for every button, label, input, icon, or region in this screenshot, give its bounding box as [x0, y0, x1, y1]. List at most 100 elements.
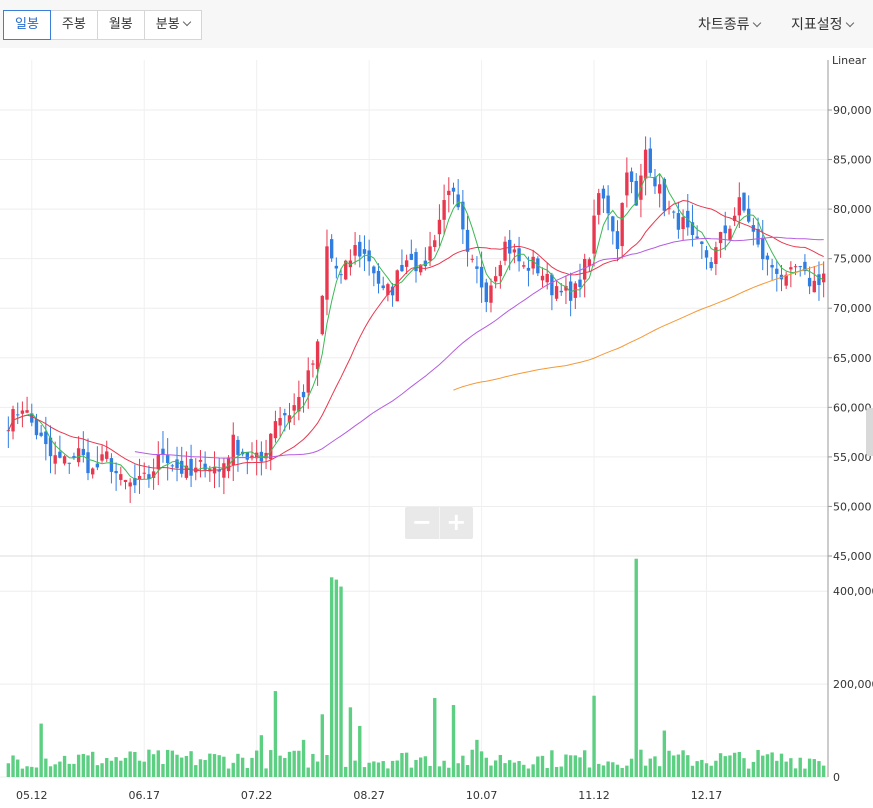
date-tick-label: 05.12 [16, 789, 48, 802]
candle [676, 213, 681, 230]
volume-bar [147, 749, 151, 777]
chevron-down-icon [845, 18, 854, 28]
volume-bar [376, 762, 381, 777]
volume-bar [269, 750, 273, 777]
volume-bar [20, 768, 25, 777]
volume-bar [278, 755, 282, 777]
indicator-settings-dropdown[interactable]: 지표설정 [791, 14, 854, 34]
volume-bar [564, 754, 568, 777]
volume-bar [559, 766, 563, 777]
candle [142, 472, 146, 474]
volume-bar [231, 762, 235, 777]
zoom-in-button[interactable]: + [438, 507, 474, 539]
date-tick-label: 12.17 [691, 789, 723, 802]
candle [34, 419, 39, 436]
candle [597, 193, 601, 215]
candle [756, 228, 760, 245]
volume-bar [175, 754, 179, 777]
volume-bar [325, 755, 329, 777]
volume-bar [390, 760, 395, 777]
candle [433, 240, 437, 248]
candle [409, 253, 414, 260]
tab-minute[interactable]: 분봉 [143, 10, 202, 40]
price-tick-label: 50,000 [833, 500, 872, 513]
candle [123, 479, 128, 482]
volume-bar [456, 763, 460, 777]
volume-bar [728, 755, 732, 777]
volume-bar [793, 768, 798, 777]
volume-bar [681, 750, 685, 777]
candle [601, 188, 606, 199]
volume-bar [517, 761, 521, 777]
volume-bar [629, 758, 634, 777]
volume-tick-label: 400,000 [833, 585, 873, 598]
candle [362, 249, 367, 254]
candle [25, 410, 29, 413]
volume-bar [76, 754, 81, 777]
volume-bar [437, 766, 442, 777]
volume-bar [414, 760, 418, 777]
candle [95, 463, 100, 468]
volume-bar [287, 751, 292, 777]
volume-bar [742, 758, 746, 777]
volume-bar [746, 768, 751, 777]
volume-bar [358, 725, 362, 777]
tab-monthly[interactable]: 월봉 [96, 10, 145, 40]
volume-bar [240, 757, 245, 777]
volume-bar [648, 758, 652, 777]
candle [447, 190, 451, 196]
volume-bar [128, 751, 132, 777]
date-tick-label: 06.17 [128, 789, 160, 802]
chart-type-dropdown[interactable]: 차트종류 [698, 14, 761, 34]
candle [761, 237, 765, 260]
volume-bar [362, 767, 367, 777]
stock-chart[interactable]: Linear 90,000 85,000 80,000 75,000 70,000 65,0… [0, 48, 873, 808]
volume-bar [601, 765, 606, 777]
volume-bar [597, 763, 601, 777]
tab-weekly[interactable]: 주봉 [49, 10, 98, 40]
candle [503, 241, 507, 261]
volume-bar [189, 751, 193, 777]
price-tick-label: 85,000 [833, 154, 872, 167]
candle [737, 197, 742, 216]
date-tick-label: 11.12 [578, 789, 610, 802]
candle [489, 285, 493, 303]
volume-tick-label: 200,000 [833, 678, 873, 691]
candle [358, 241, 362, 257]
volume-bar [821, 765, 826, 777]
candle [161, 448, 165, 455]
candle [376, 270, 381, 284]
volume-bar [86, 755, 90, 777]
volume-bar [526, 768, 531, 777]
volume-bar [536, 756, 540, 777]
price-tick-label: 70,000 [833, 302, 872, 315]
candle [128, 482, 132, 487]
volume-bar [273, 691, 278, 777]
candle [58, 451, 62, 458]
candle [625, 172, 629, 196]
candle [278, 418, 282, 426]
volume-bar [30, 766, 34, 777]
candle [592, 215, 596, 254]
volume-bar [151, 754, 156, 777]
panel-resize-handle[interactable] [866, 408, 873, 456]
candle [723, 225, 727, 234]
volume-bar [475, 739, 479, 777]
ma5-line [7, 172, 824, 481]
candle [770, 265, 774, 268]
volume-bar [582, 750, 587, 777]
candle [109, 458, 114, 472]
volume-bar [489, 765, 493, 777]
zoom-out-button[interactable]: − [405, 507, 439, 539]
candle [325, 246, 329, 300]
volume-bar [156, 750, 160, 777]
volume-bar [292, 750, 296, 777]
date-tick-label: 08.27 [353, 789, 385, 802]
candle [353, 245, 357, 256]
tab-daily[interactable]: 일봉 [3, 10, 51, 40]
candle [381, 285, 385, 289]
volume-bar [142, 761, 146, 777]
chart-toolbar: 일봉 주봉 월봉 분봉 차트종류 지표설정 [0, 0, 873, 48]
volume-bar [381, 761, 385, 777]
volume-bar [700, 759, 704, 777]
